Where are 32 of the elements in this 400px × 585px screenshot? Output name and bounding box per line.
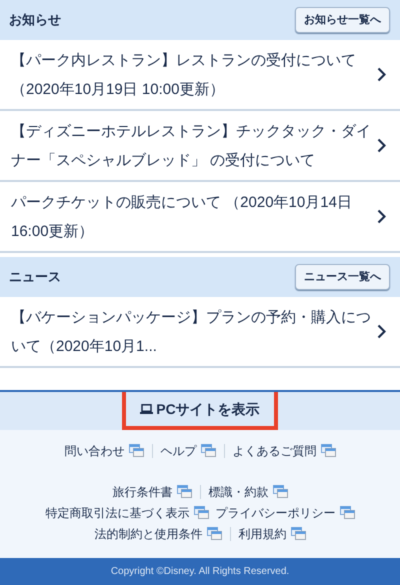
footer-link[interactable]: 問い合わせ [64,442,144,460]
section-title: お知らせ [9,11,61,30]
view-all-button[interactable]: お知らせ一覧へ [295,7,390,33]
footer-link[interactable]: 標識・約款 [208,482,288,500]
new-window-icon [272,485,288,498]
new-window-icon [320,444,336,457]
footer-link[interactable]: 利用規約 [238,524,306,542]
footer-link[interactable]: よくあるご質問 [232,442,336,460]
view-all-button[interactable]: ニュース一覧へ [295,264,390,290]
footer-link[interactable]: 法的制約と使用条件 [94,524,222,542]
new-window-icon [128,444,144,457]
news-item-title: パークチケットの販売について （2020年10月14日 16:00更新） [11,192,353,242]
new-window-icon [194,506,208,519]
footer-link[interactable]: プライバシーポリシー [216,504,354,522]
chevron-right-icon [377,138,386,153]
footer-link[interactable]: 旅行条件書 [112,482,192,500]
new-window-icon [290,527,306,540]
chevron-right-icon [377,324,386,339]
section-title: ニュース [9,268,61,286]
footer-link[interactable]: 特定商取引法に基づく表示 [46,504,208,522]
laptop-icon [140,404,154,414]
news-item-title: 【ディズニーホテルレストラン】チックタック・ダイナー「スペシャルブレッド」 の受付について [11,122,371,170]
news-item-title: 【パーク内レストラン】レストランの受付について（2020年10月19日 10:00更新） [11,50,357,100]
chevron-right-icon [377,209,386,224]
chevron-right-icon [377,67,386,82]
new-window-icon [176,485,192,498]
copyright-text: Copyright ©Disney. All Rights Reserved. [110,565,290,579]
new-window-icon [340,506,354,519]
new-window-icon [206,527,222,540]
news-item-title: 【バケーションパッケージ】プランの予約・購入について（2020年10月1... [11,308,371,356]
new-window-icon [200,444,216,457]
footer-link[interactable]: ヘルプ [160,442,216,460]
